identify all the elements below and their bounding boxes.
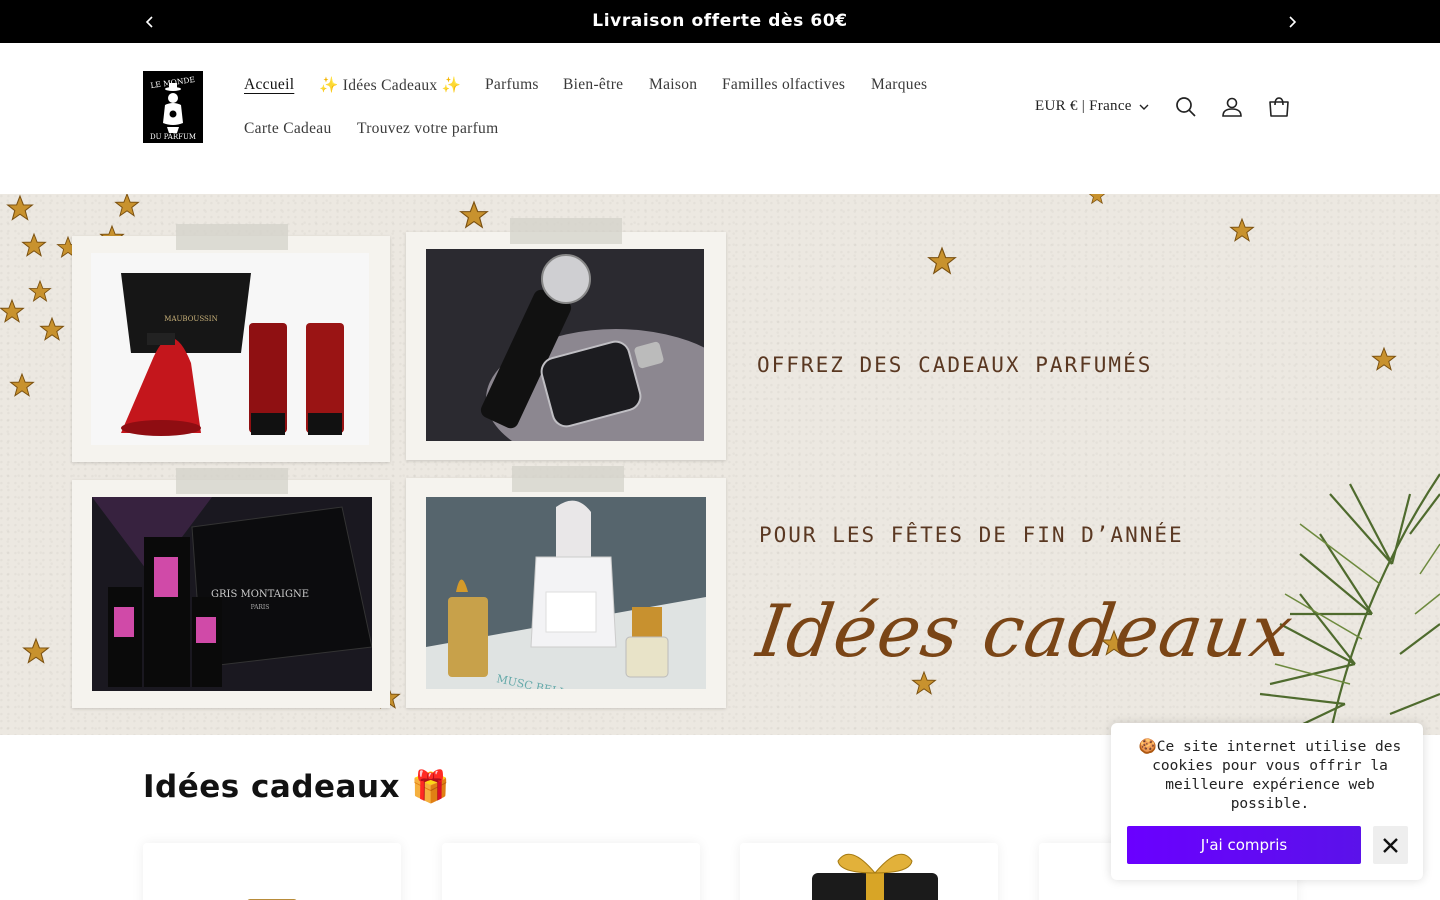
announcement-bar: Livraison offerte dès 60€ — [0, 0, 1440, 43]
hero-banner[interactable]: MAUBOUSSIN GRIS MONTAIGNE PARIS MUSC BEL… — [0, 194, 1440, 735]
product-text-3: GRIS MONTAIGNE — [211, 589, 309, 600]
product-card[interactable] — [740, 843, 998, 900]
nav-maison[interactable]: Maison — [649, 76, 697, 94]
locale-selector[interactable]: EUR € | France — [1035, 98, 1150, 115]
account-icon[interactable] — [1220, 95, 1244, 119]
nav-carte-cadeau[interactable]: Carte Cadeau — [244, 120, 332, 138]
nav-idees-cadeaux[interactable]: ✨ Idées Cadeaux ✨ — [319, 76, 461, 95]
nav-bien-etre[interactable]: Bien-être — [563, 76, 623, 94]
cart-icon[interactable] — [1267, 95, 1291, 119]
hero-photo-2 — [406, 232, 726, 460]
product-card[interactable] — [143, 843, 401, 900]
gift-box-image — [812, 853, 938, 900]
site-header: LE MONDE DU PARFUM Accueil ✨ Idées Cadea… — [0, 43, 1440, 194]
hero-photo-1: MAUBOUSSIN — [72, 236, 390, 462]
chevron-right-icon[interactable] — [1280, 10, 1304, 34]
product-card[interactable] — [442, 843, 700, 900]
product-subtext-3: PARIS — [251, 604, 270, 611]
oud-perfume-image — [426, 249, 704, 441]
close-icon[interactable] — [1373, 826, 1408, 864]
cookie-text: 🍪Ce site internet utilise des cookies po… — [1138, 739, 1402, 812]
product-text: MAUBOUSSIN — [164, 315, 217, 323]
hero-subtitle: POUR LES FÊTES DE FIN D’ANNÉE — [759, 523, 1184, 547]
announcement-text: Livraison offerte dès 60€ — [592, 11, 848, 31]
hero-kicker: OFFREZ DES CADEAUX PARFUMÉS — [757, 353, 1153, 377]
store-logo[interactable]: LE MONDE DU PARFUM — [143, 71, 203, 143]
logo-text-bottom: DU PARFUM — [150, 133, 196, 141]
hero-photo-3: GRIS MONTAIGNE PARIS — [72, 480, 390, 708]
section-title: Idées cadeaux 🎁 — [143, 769, 451, 805]
nav-marques[interactable]: Marques — [871, 76, 927, 94]
gift-set-image: MAUBOUSSIN — [121, 273, 344, 436]
gris-montaigne-image: GRIS MONTAIGNE PARIS — [92, 497, 372, 691]
nav-familles-olfactives[interactable]: Familles olfactives — [722, 76, 845, 94]
search-icon[interactable] — [1174, 95, 1198, 119]
chevron-down-icon — [1132, 98, 1150, 114]
musc-bella-image: MUSC BELLA — [426, 497, 706, 689]
nav-parfums[interactable]: Parfums — [485, 76, 539, 94]
hero-title: Idées cadeaux — [752, 589, 1299, 673]
cookie-banner: 🍪Ce site internet utilise des cookies po… — [1111, 723, 1423, 880]
accept-cookies-button[interactable]: J'ai compris — [1127, 826, 1361, 864]
hero-photo-4: MUSC BELLA — [406, 478, 726, 708]
nav-trouvez-votre-parfum[interactable]: Trouvez votre parfum — [357, 120, 498, 138]
nav-accueil[interactable]: Accueil — [244, 76, 294, 94]
locale-label: EUR € | France — [1035, 98, 1132, 114]
